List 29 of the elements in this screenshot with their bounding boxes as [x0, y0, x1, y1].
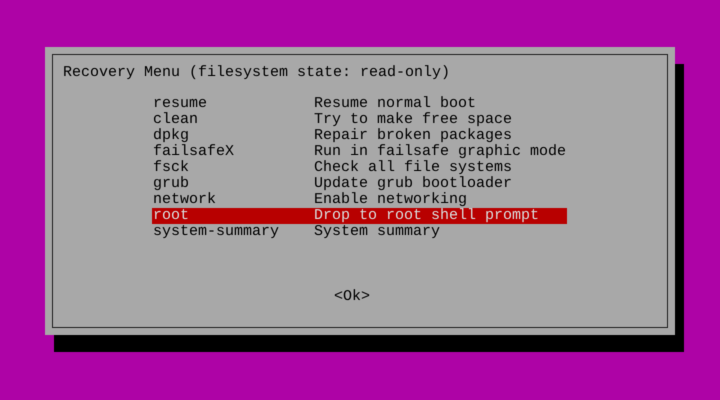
menu-item[interactable]: grub Update grub bootloader — [152, 176, 567, 192]
item-description: Run in failsafe graphic mode — [314, 144, 566, 160]
item-tag: clean — [152, 112, 314, 128]
item-description: Try to make free space — [314, 112, 512, 128]
item-description: Repair broken packages — [314, 128, 512, 144]
menu-item[interactable]: dpkg Repair broken packages — [152, 128, 567, 144]
item-tag: dpkg — [152, 128, 314, 144]
item-tag: root — [152, 208, 314, 224]
item-description: Resume normal boot — [314, 96, 476, 112]
ok-button[interactable]: <Ok> — [334, 289, 370, 305]
menu-item[interactable]: root Drop to root shell prompt — [152, 208, 567, 224]
menu-item[interactable]: clean Try to make free space — [152, 112, 567, 128]
item-tag: system-summary — [152, 224, 314, 240]
item-tag: grub — [152, 176, 314, 192]
menu-item[interactable]: fsck Check all file systems — [152, 160, 567, 176]
item-description: System summary — [314, 224, 440, 240]
menu-item[interactable]: network Enable networking — [152, 192, 567, 208]
menu-item[interactable]: failsafeX Run in failsafe graphic mode — [152, 144, 567, 160]
menu-item[interactable]: system-summary System summary — [152, 224, 567, 240]
item-description: Update grub bootloader — [314, 176, 512, 192]
item-tag: fsck — [152, 160, 314, 176]
item-tag: network — [152, 192, 314, 208]
item-description: Enable networking — [314, 192, 468, 208]
dialog-title: Recovery Menu (filesystem state: read-only) — [63, 64, 450, 81]
item-tag: resume — [152, 96, 314, 112]
item-tag: failsafeX — [152, 144, 314, 160]
item-description: Check all file systems — [314, 160, 512, 176]
item-description: Drop to root shell prompt — [314, 208, 540, 224]
menu-item[interactable]: resume Resume normal boot — [152, 96, 567, 112]
